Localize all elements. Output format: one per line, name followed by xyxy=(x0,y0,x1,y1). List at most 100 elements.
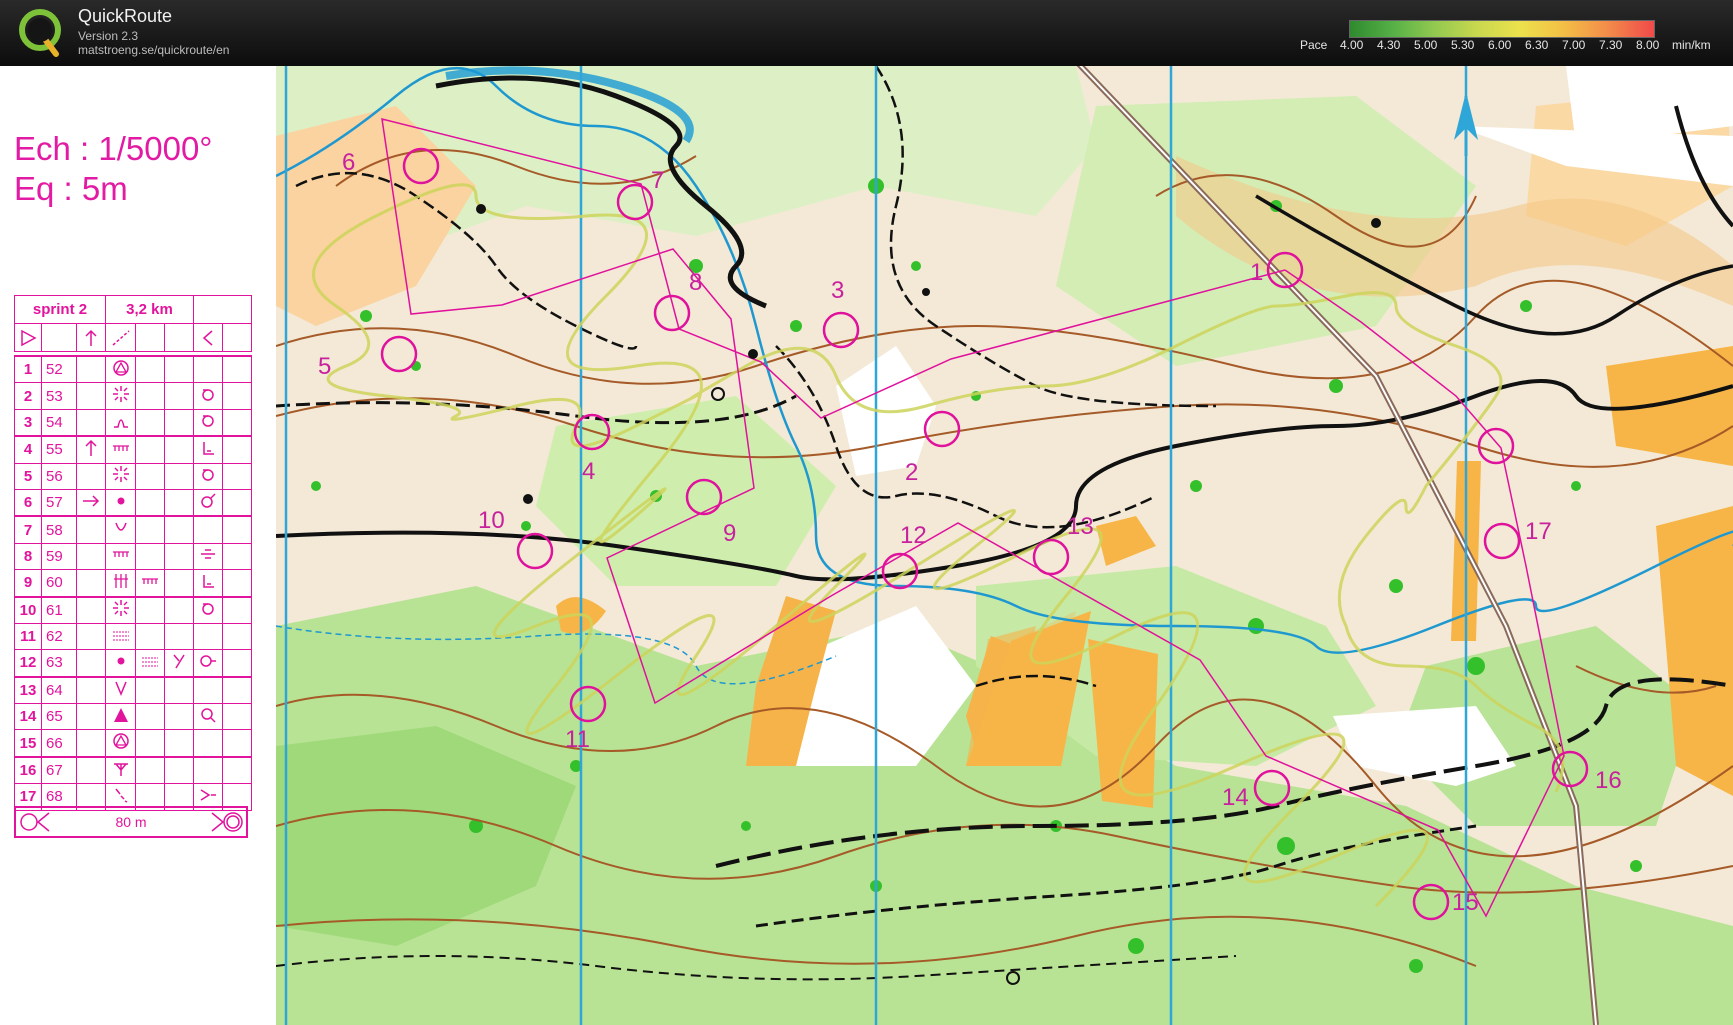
app-version: Version 2.3 xyxy=(78,29,139,43)
control-code: 54 xyxy=(41,408,77,437)
control-number: 4 xyxy=(14,435,42,464)
path-symbol-icon xyxy=(105,323,136,353)
which-feature xyxy=(76,675,106,705)
which-feature xyxy=(76,542,106,571)
dimension-symbol xyxy=(164,542,194,571)
appearance-symbol xyxy=(135,595,165,624)
other-info xyxy=(222,595,252,624)
which-feature xyxy=(76,755,106,785)
appearance-symbol xyxy=(135,542,165,571)
chevron-left-icon xyxy=(193,323,223,353)
control-code: 63 xyxy=(41,649,77,678)
which-feature xyxy=(76,595,106,624)
dimension-symbol xyxy=(164,408,194,437)
other-info xyxy=(222,569,252,598)
control-description-row: 3 54 xyxy=(14,408,252,437)
location-symbol-icon xyxy=(193,382,223,410)
other-info xyxy=(222,382,252,410)
control-number: 10 xyxy=(14,595,42,624)
feature-symbol-icon xyxy=(105,675,136,705)
pace-tick: 8.00 xyxy=(1636,38,1660,52)
location-symbol-icon xyxy=(193,755,223,785)
which-feature xyxy=(76,569,106,598)
other-info xyxy=(222,622,252,651)
feature-symbol-icon xyxy=(105,488,136,517)
location-symbol-icon xyxy=(193,542,223,571)
control-code: 58 xyxy=(41,515,77,544)
other-info xyxy=(222,703,252,731)
appearance-symbol xyxy=(135,649,165,678)
location-symbol-icon xyxy=(193,408,223,437)
control-description-row: 4 55 xyxy=(14,435,252,464)
control-number: 13 xyxy=(14,675,42,705)
pace-color-scale xyxy=(1349,20,1655,38)
appearance-symbol xyxy=(135,408,165,437)
location-symbol-icon xyxy=(193,488,223,517)
location-symbol-icon xyxy=(193,569,223,598)
dimension-symbol xyxy=(164,355,194,384)
sheet-header-blank xyxy=(193,294,252,325)
control-description-row: 9 60 xyxy=(14,569,252,598)
control-description-row: 16 67 xyxy=(14,755,252,785)
feature-symbol-icon xyxy=(105,595,136,624)
app-header: QuickRoute Version 2.3 matstroeng.se/qui… xyxy=(0,0,1733,66)
control-description-row: 5 56 xyxy=(14,462,252,490)
event-name: sprint 2 xyxy=(14,294,106,325)
appearance-symbol xyxy=(135,622,165,651)
control-code: 66 xyxy=(41,729,77,758)
quickroute-logo-icon xyxy=(19,9,61,57)
control-label: 8 xyxy=(689,269,702,296)
control-number: 15 xyxy=(14,729,42,758)
control-description-row: 13 64 xyxy=(14,675,252,705)
control-label: 3 xyxy=(831,277,844,304)
other-info xyxy=(222,649,252,678)
feature-symbol-icon xyxy=(105,408,136,437)
dimension-symbol xyxy=(164,729,194,758)
location-symbol-icon xyxy=(193,649,223,678)
appearance-symbol xyxy=(135,755,165,785)
which-feature xyxy=(76,729,106,758)
dimension-symbol xyxy=(164,675,194,705)
start-triangle-icon xyxy=(14,323,42,353)
pace-tick: 4.00 xyxy=(1340,38,1364,52)
contour-interval-label: Eq : 5m xyxy=(14,170,128,207)
app-url[interactable]: matstroeng.se/quickroute/en xyxy=(78,43,229,57)
feature-symbol-icon xyxy=(105,649,136,678)
other-info xyxy=(222,515,252,544)
control-description-sheet: Ech : 1/5000° Eq : 5m sprint 2 3,2 km 15… xyxy=(0,66,276,1025)
which-feature xyxy=(76,408,106,437)
control-label: 5 xyxy=(318,353,331,380)
pace-tick: 7.00 xyxy=(1562,38,1586,52)
feature-symbol-icon xyxy=(105,542,136,571)
control-number: 16 xyxy=(14,755,42,785)
pace-tick: 7.30 xyxy=(1599,38,1623,52)
control-description-row: 6 57 xyxy=(14,488,252,517)
feature-symbol-icon xyxy=(105,703,136,731)
control-description-row: 11 62 xyxy=(14,622,252,651)
dimension-symbol xyxy=(164,382,194,410)
feature-symbol-icon xyxy=(105,569,136,598)
control-code: 56 xyxy=(41,462,77,490)
control-code: 65 xyxy=(41,703,77,731)
orienteering-map[interactable]: 1 2 3 4 5 6 7 8 9 10 11 12 13 14 15 16 1… xyxy=(276,66,1733,1025)
control-label: 11 xyxy=(565,726,590,753)
dimension-symbol xyxy=(164,622,194,651)
appearance-symbol xyxy=(135,488,165,517)
which-feature xyxy=(76,382,106,410)
which-feature xyxy=(76,488,106,517)
feature-symbol-icon xyxy=(105,515,136,544)
dimension-symbol xyxy=(164,649,194,678)
control-rows: 1 52 2 53 3 54 4 55 5 56 6 57 7 58 8 59 9 60 10 61 11 62 12 63 1… xyxy=(14,355,252,811)
location-symbol-icon xyxy=(193,675,223,705)
which-feature xyxy=(76,462,106,490)
dimension-symbol xyxy=(164,488,194,517)
control-code: 55 xyxy=(41,435,77,464)
control-label: 6 xyxy=(342,149,355,176)
other-info xyxy=(222,435,252,464)
appearance-symbol xyxy=(135,729,165,758)
appearance-symbol xyxy=(135,569,165,598)
map-canvas[interactable]: 1 2 3 4 5 6 7 8 9 10 11 12 13 14 15 16 1… xyxy=(276,66,1733,1025)
control-label: 7 xyxy=(651,167,664,194)
control-number: 9 xyxy=(14,569,42,598)
feature-symbol-icon xyxy=(105,355,136,384)
